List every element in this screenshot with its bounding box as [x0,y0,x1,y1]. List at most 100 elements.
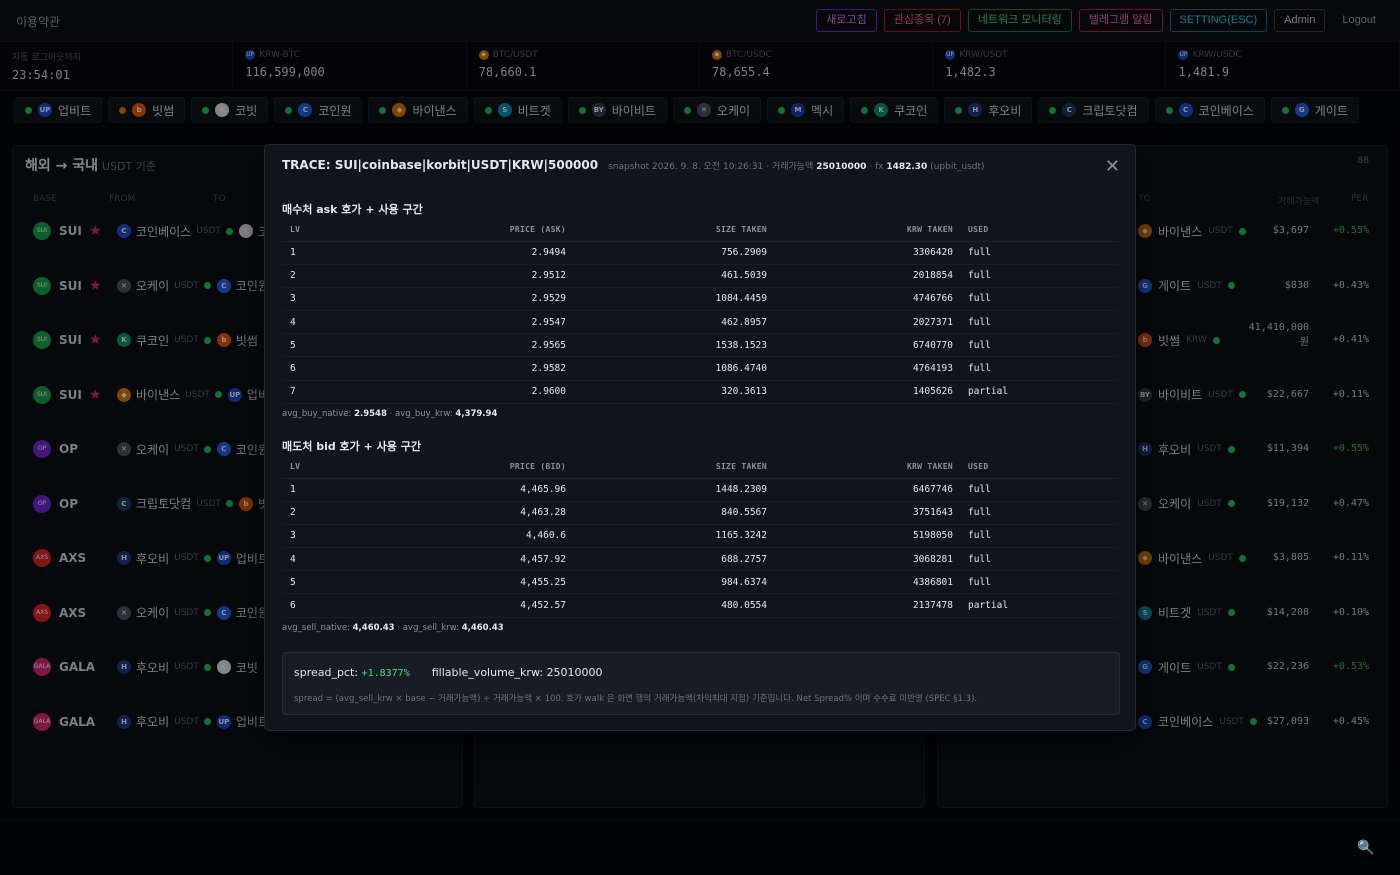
col-lv: LV [282,455,322,479]
separator: · [397,623,400,633]
fillable-label: fillable_volume_krw: [431,666,544,679]
fx-label: · fx [869,162,884,172]
modal-title: TRACE: SUI|coinbase|korbit|USDT|KRW|5000… [282,158,599,172]
avg-sell-krw-label: avg_sell_krw: [402,623,459,633]
table-row: 4 2.9547 462.8957 2027371 full [282,310,1118,335]
col-krw: KRW TAKEN [767,218,953,242]
table-row: 3 2.9529 1084.4459 4746766 full [282,287,1118,312]
used-cell: full [953,241,1118,265]
table-header-row: LV PRICE (ASK) SIZE TAKEN KRW TAKEN USED [282,218,1118,242]
fillable-value: 25010000 [546,666,603,679]
used-cell: full [953,478,1118,502]
table-row: 1 4,465.96 1448.2309 6467746 full [282,478,1118,502]
avg-buy-krw-label: avg_buy_krw: [395,409,453,419]
spread-stat: spread_pct: +1.8377% [294,666,410,679]
level-cell: 3 [282,524,322,549]
krw-cell: 3306420 [767,241,953,265]
level-cell: 2 [282,501,322,525]
krw-cell: 5198050 [767,524,953,549]
size-cell: 840.5567 [566,501,767,525]
used-cell: partial [953,380,1118,404]
size-cell: 320.3613 [566,380,767,404]
price-cell: 4,463.28 [322,501,566,525]
krw-cell: 2027371 [767,310,953,335]
price-cell: 4,457.92 [322,547,566,572]
col-size: SIZE TAKEN [566,218,767,242]
used-cell: full [953,524,1118,549]
krw-cell: 4746766 [767,287,953,312]
used-cell: full [953,287,1118,312]
level-cell: 7 [282,380,322,404]
size-cell: 1084.4459 [566,287,767,312]
krw-cell: 4764193 [767,356,953,381]
price-cell: 2.9512 [322,264,566,288]
size-cell: 756.2909 [566,241,767,265]
spread-note: spread = (avg_sell_krw × base − 거래가능액) ÷… [294,694,978,704]
used-cell: full [953,310,1118,335]
size-cell: 1448.2309 [566,478,767,502]
table-row: 5 4,455.25 984.6374 4386801 full [282,570,1118,595]
price-cell: 2.9494 [322,241,566,265]
krw-cell: 3751643 [767,501,953,525]
price-cell: 2.9529 [322,287,566,312]
price-cell: 2.9547 [322,310,566,335]
price-cell: 4,455.25 [322,570,566,595]
used-cell: full [953,264,1118,288]
snapshot-prefix: snapshot 2026. 9. 8. 오전 10:26:31 · 거래가능액 [608,162,814,172]
krw-cell: 3068281 [767,547,953,572]
col-price: PRICE (BID) [322,455,566,479]
avg-buy-native-value: 2.9548 [354,409,387,419]
used-cell: full [953,547,1118,572]
price-cell: 4,465.96 [322,478,566,502]
avg-buy-krw-value: 4,379.94 [455,409,498,419]
fillable-stat: fillable_volume_krw: 25010000 [432,666,603,679]
level-cell: 2 [282,264,322,288]
table-row: 1 2.9494 756.2909 3306420 full [282,241,1118,265]
table-row: 7 2.9600 320.3613 1405626 partial [282,380,1118,404]
level-cell: 3 [282,287,322,312]
price-cell: 4,452.57 [322,593,566,618]
price-cell: 2.9565 [322,333,566,358]
bid-section-title: 매도처 bid 호가 + 사용 구간 [282,440,421,453]
close-icon[interactable]: ✕ [1105,156,1120,177]
trace-modal: TRACE: SUI|coinbase|korbit|USDT|KRW|5000… [264,144,1136,731]
size-cell: 984.6374 [566,570,767,595]
modal-header: TRACE: SUI|coinbase|korbit|USDT|KRW|5000… [282,158,985,172]
avg-buy-native-label: avg_buy_native: [282,409,352,419]
krw-cell: 4386801 [767,570,953,595]
table-row: 6 4,452.57 480.0554 2137478 partial [282,593,1118,618]
zoom-icon[interactable]: 🔍 [1357,840,1374,856]
table-row: 2 4,463.28 840.5567 3751643 full [282,501,1118,525]
krw-cell: 6740770 [767,333,953,358]
level-cell: 1 [282,478,322,502]
level-cell: 1 [282,241,322,265]
level-cell: 5 [282,570,322,595]
price-cell: 2.9582 [322,356,566,381]
table-row: 3 4,460.6 1165.3242 5198050 full [282,524,1118,549]
col-used: USED [953,218,1118,242]
fx-value: 1482.30 [886,162,928,172]
price-cell: 2.9600 [322,380,566,404]
size-cell: 688.2757 [566,547,767,572]
col-lv: LV [282,218,322,242]
col-price: PRICE (ASK) [322,218,566,242]
col-krw: KRW TAKEN [767,455,953,479]
krw-cell: 2137478 [767,593,953,618]
spread-summary: spread_pct: +1.8377% fillable_volume_krw… [282,652,1120,715]
level-cell: 6 [282,356,322,381]
price-cell: 4,460.6 [322,524,566,549]
ask-orderbook-table: LV PRICE (ASK) SIZE TAKEN KRW TAKEN USED… [282,218,1118,404]
table-row: 6 2.9582 1086.4740 4764193 full [282,356,1118,381]
size-cell: 1538.1523 [566,333,767,358]
size-cell: 480.0554 [566,593,767,618]
avg-sell-krw-value: 4,460.43 [461,623,504,633]
bid-average: avg_sell_native: 4,460.43 · avg_sell_krw… [282,623,504,633]
krw-cell: 2018854 [767,264,953,288]
krw-cell: 6467746 [767,478,953,502]
used-cell: full [953,356,1118,381]
used-cell: full [953,501,1118,525]
spread-value: +1.8377% [361,668,410,679]
size-cell: 461.5039 [566,264,767,288]
spread-label: spread_pct: [294,666,359,679]
used-cell: full [953,333,1118,358]
